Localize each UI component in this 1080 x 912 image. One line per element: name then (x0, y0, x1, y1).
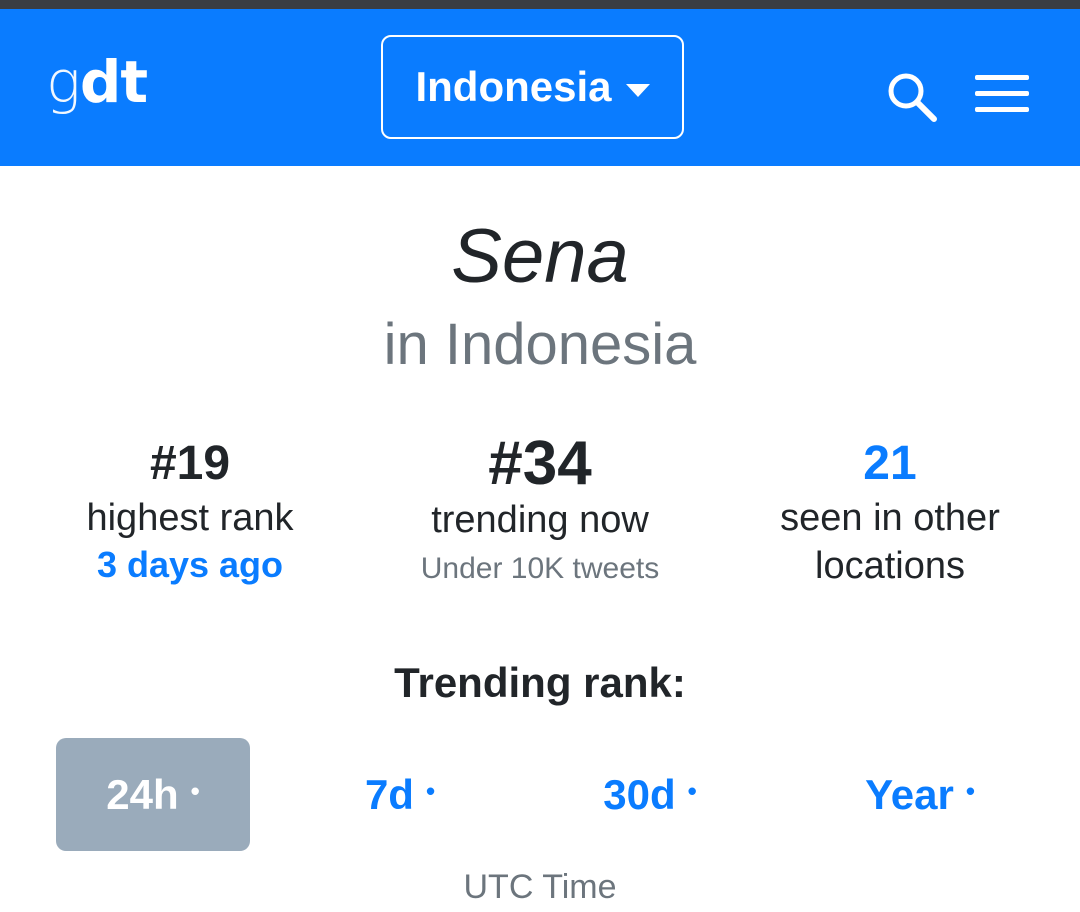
hamburger-menu-icon[interactable] (975, 73, 1029, 115)
highest-rank-label: highest rank (86, 497, 294, 539)
stat-trending-now: #34 trending now Under 10K tweets (380, 430, 700, 594)
tab-year-label: Year (865, 770, 954, 818)
highest-rank-value: #19 (149, 437, 231, 490)
other-locations-label-line1: seen in other (780, 497, 1000, 539)
trending-rank-heading: Trending rank: (394, 659, 686, 706)
tab-24h[interactable]: 24h • (56, 738, 250, 851)
country-dropdown-label: Indonesia (415, 63, 612, 110)
status-bar-strip (0, 0, 1080, 9)
timezone-label: UTC Time (463, 868, 617, 906)
tab-24h-dot: • (190, 776, 200, 806)
brand-logo-dt: dt (79, 48, 148, 116)
tab-7d-label: 7d (364, 770, 414, 818)
current-rank-value: #34 (488, 429, 592, 498)
tab-7d-dot: • (425, 776, 436, 806)
tab-30d[interactable]: 30d • (570, 738, 730, 851)
tab-year-dot: • (965, 776, 975, 806)
current-rank-label: trending now (431, 499, 649, 541)
tab-30d-dot: • (687, 776, 697, 806)
brand-logo[interactable]: gdt (46, 48, 148, 116)
other-locations-label-line2: locations (815, 545, 965, 587)
trend-title: Sena (451, 214, 629, 299)
search-icon[interactable] (884, 69, 940, 125)
top-navbar: gdt Indonesia (0, 9, 1080, 166)
tab-year[interactable]: Year • (830, 738, 1010, 851)
brand-logo-g: g (46, 48, 81, 116)
trend-location: in Indonesia (383, 312, 697, 377)
other-locations-count[interactable]: 21 (740, 434, 1040, 494)
tab-24h-label: 24h (106, 770, 179, 818)
highest-rank-time-link[interactable]: 3 days ago (40, 542, 340, 588)
tab-7d[interactable]: 7d • (320, 738, 480, 851)
tab-30d-label: 30d (603, 770, 676, 818)
caret-down-icon (625, 83, 650, 97)
tweet-volume-text: Under 10K tweets (420, 552, 660, 585)
stat-other-locations[interactable]: 21 seen in other locations (740, 434, 1040, 590)
stat-highest-rank: #19 highest rank 3 days ago (40, 434, 340, 588)
country-dropdown-button[interactable]: Indonesia (381, 35, 684, 139)
